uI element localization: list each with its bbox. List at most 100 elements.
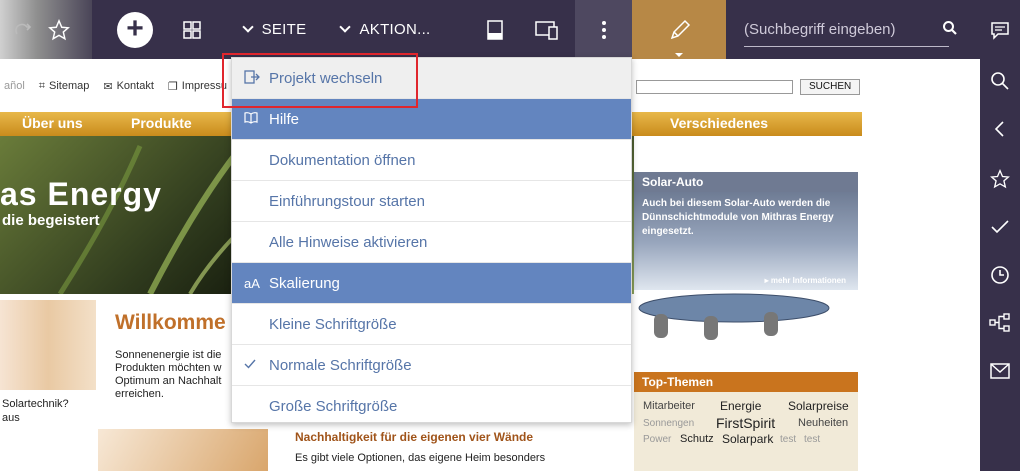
menu-item-hinweise[interactable]: Alle Hinweise aktivieren (232, 222, 631, 263)
menu-item-normale-schrift[interactable]: Normale Schriftgröße (232, 345, 631, 386)
document-icon: ❐ (167, 80, 178, 93)
tag-link[interactable]: test (804, 434, 820, 445)
responsive-devices-icon[interactable] (530, 0, 564, 59)
menu-item-kleine-schrift[interactable]: Kleine Schriftgröße (232, 304, 631, 345)
hero-subtitle: die begeistert (2, 212, 100, 229)
hero-title: as Energy (0, 176, 162, 212)
sitemap-link[interactable]: ⌗ Sitemap (39, 80, 90, 93)
welcome-line: Sonnenenergie ist die (115, 349, 222, 361)
left-teaser-line: aus (2, 412, 20, 424)
impressum-link[interactable]: ❐ Impressu (168, 80, 227, 93)
more-options-menu: Projekt wechseln Hilfe Dokumentation öff… (231, 57, 632, 423)
dashboard-icon[interactable] (178, 0, 206, 59)
aktion-menu-button[interactable]: AKTION... (339, 0, 432, 59)
impressum-label: Impressu (181, 80, 228, 92)
menu-header-skalierung: aA Skalierung (232, 263, 631, 304)
left-column-image (0, 300, 96, 390)
kontakt-label: Kontakt (116, 80, 154, 92)
structure-icon[interactable] (980, 303, 1020, 343)
aktion-label: AKTION... (359, 21, 431, 38)
chevron-down-icon (241, 21, 254, 33)
checkmark-icon (244, 358, 256, 372)
chevron-left-icon[interactable] (980, 109, 1020, 149)
edit-mode-button[interactable] (632, 0, 727, 59)
site-search-field[interactable] (636, 80, 793, 94)
tag-link[interactable]: Solarpark (722, 432, 773, 446)
more-options-button[interactable] (575, 0, 632, 59)
section-text: Es gibt viele Optionen, das eigene Heim … (295, 452, 546, 464)
lang-link[interactable]: añol (4, 80, 25, 92)
menu-item-label: Alle Hinweise aktivieren (269, 233, 428, 251)
sitemap-label: Sitemap (49, 80, 90, 92)
clock-icon[interactable] (980, 255, 1020, 295)
tag-link[interactable]: Sonnengen (643, 418, 694, 429)
left-teaser-text[interactable]: Solartechnik? aus (2, 397, 69, 425)
left-teaser-line: Solartechnik? (2, 398, 69, 410)
seite-label: SEITE (261, 21, 307, 38)
menu-item-einfuehrungstour[interactable]: Einführungstour starten (232, 181, 631, 222)
tag-link[interactable]: Mitarbeiter (643, 400, 695, 412)
comments-icon[interactable] (984, 0, 1016, 59)
solar-auto-text: Auch bei diesem Solar-Auto werden die Dü… (642, 198, 834, 237)
tag-link[interactable]: FirstSpirit (716, 415, 775, 431)
menu-item-label: Normale Schriftgröße (269, 356, 412, 374)
menu-header-label: Skalierung (269, 274, 340, 292)
right-sidebar (980, 59, 1020, 471)
dropdown-caret-icon (675, 53, 683, 57)
solar-car-image (634, 290, 858, 356)
top-toolbar: + SEITE AKTION... (0, 0, 1020, 59)
tag-link[interactable]: Energie (720, 399, 761, 413)
star-icon[interactable] (980, 159, 1020, 199)
welcome-heading: Willkomme (115, 311, 226, 334)
preview-icon[interactable] (480, 0, 510, 59)
plus-icon: + (117, 11, 153, 48)
welcome-line: erreichen. (115, 388, 164, 400)
menu-item-label: Einführungstour starten (269, 192, 425, 210)
font-size-icon: aA (244, 275, 260, 291)
kontakt-link[interactable]: ✉ Kontakt (103, 80, 154, 93)
welcome-line: Optimum an Nachhalt (115, 375, 222, 387)
menu-header-label: Hilfe (269, 110, 300, 128)
nav-produkte[interactable]: Produkte (131, 115, 192, 131)
tag-link[interactable]: Schutz (680, 433, 714, 445)
menu-item-label: Kleine Schriftgröße (269, 315, 397, 333)
nav-verschiedenes[interactable]: Verschiedenes (670, 115, 768, 131)
menu-item-label: Dokumentation öffnen (269, 151, 416, 169)
search-input[interactable] (744, 13, 949, 47)
tag-link[interactable]: Neuheiten (798, 417, 848, 429)
add-button[interactable]: + (116, 0, 154, 59)
highlight-annotation (222, 53, 418, 108)
site-search-button[interactable]: SUCHEN (800, 79, 861, 95)
check-icon[interactable] (980, 207, 1020, 247)
search-icon[interactable] (980, 61, 1020, 101)
welcome-text: Sonnenenergie ist die Produkten möchten … (115, 349, 245, 401)
welcome-line: Produkten möchten w (115, 362, 222, 374)
redo-icon[interactable] (8, 0, 38, 59)
mail-icon[interactable] (980, 351, 1020, 391)
menu-item-dokumentation[interactable]: Dokumentation öffnen (232, 140, 631, 181)
section-heading: Nachhaltigkeit für die eigenen vier Wänd… (295, 430, 534, 444)
kebab-icon (601, 20, 606, 39)
tag-link[interactable]: test (780, 434, 796, 445)
tag-link[interactable]: Solarpreise (788, 399, 849, 413)
nav-ueber-uns[interactable]: Über uns (22, 115, 83, 131)
star-icon[interactable] (44, 0, 74, 59)
top-themen-title: Top-Themen (634, 372, 858, 392)
tag-link[interactable]: Power (643, 434, 671, 445)
more-info-label: mehr Informationen (770, 276, 846, 285)
sitemap-icon: ⌗ (38, 79, 45, 92)
top-themen-box: Top-Themen Mitarbeiter Energie Solarprei… (634, 372, 858, 471)
menu-item-grosse-schrift[interactable]: Große Schriftgröße (232, 386, 631, 427)
pencil-icon (670, 19, 690, 39)
search-icon[interactable] (942, 20, 958, 41)
mail-icon: ✉ (103, 80, 113, 93)
search-area (726, 0, 980, 59)
book-icon (244, 111, 258, 127)
seite-menu-button[interactable]: SEITE (240, 0, 310, 59)
solar-panel-image (98, 429, 268, 471)
solar-auto-title: Solar-Auto (634, 172, 858, 192)
more-info-link[interactable]: ▸ mehr Informationen (765, 276, 846, 285)
solar-auto-teaser[interactable]: Solar-Auto Auch bei diesem Solar-Auto we… (634, 172, 858, 290)
meta-navigation: añol ⌗ Sitemap ✉ Kontakt ❐ Impressu (0, 71, 227, 101)
menu-item-label: Große Schriftgröße (269, 398, 398, 415)
